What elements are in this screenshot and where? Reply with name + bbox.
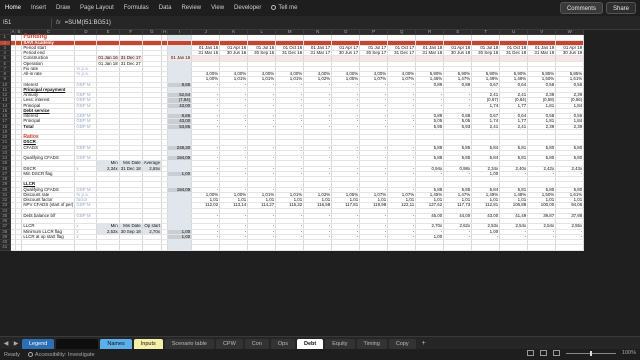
cell[interactable] xyxy=(142,244,163,251)
sheet-tab-debt[interactable]: Debt xyxy=(296,339,324,349)
menu-review[interactable]: Review xyxy=(176,0,206,16)
period-cell[interactable] xyxy=(387,244,417,251)
cell[interactable]: Average xyxy=(142,160,163,167)
cell[interactable]: Min Date xyxy=(119,223,143,230)
ribbon-menu-bar: Home Insert Draw Page Layout Formulas Data Rev… xyxy=(0,0,640,17)
cell[interactable] xyxy=(119,244,143,251)
cell[interactable]: 01 Jan 18 xyxy=(96,61,120,67)
ribbon-actions: Comments Share xyxy=(559,2,636,14)
sheet-tab-equity[interactable]: Equity xyxy=(325,339,355,349)
period-cell[interactable] xyxy=(331,244,361,251)
sheet-tab-ops[interactable]: Ops xyxy=(270,339,295,349)
sheet-tab-legend[interactable]: Legend xyxy=(22,339,55,349)
comments-button[interactable]: Comments xyxy=(559,2,603,14)
period-cell[interactable] xyxy=(359,244,389,251)
period-cell[interactable] xyxy=(303,244,333,251)
cell[interactable]: 31 Dec 27 xyxy=(119,61,143,67)
table-row: 41 xyxy=(0,244,585,251)
name-box[interactable]: I51 xyxy=(0,17,52,28)
sheet-tab-con[interactable]: Con xyxy=(244,339,269,349)
menu-page-layout[interactable]: Page Layout xyxy=(75,0,119,16)
table-row: 33 NPV CFADS (start of per) GBP M 112,02 113… xyxy=(0,202,585,209)
period-cell[interactable] xyxy=(247,244,277,251)
period-cell[interactable] xyxy=(471,244,501,251)
tell-me-label: Tell me xyxy=(278,5,298,11)
period-cell[interactable] xyxy=(443,244,473,251)
formula-input[interactable]: =SUM(I51:BG51) xyxy=(65,20,111,26)
period-cell[interactable] xyxy=(219,244,249,251)
row-label[interactable]: NPV CFADS (start of per) xyxy=(21,202,76,209)
row-label[interactable] xyxy=(21,244,76,251)
cell[interactable]: Op start xyxy=(142,223,163,230)
total-cell[interactable] xyxy=(167,244,193,251)
spreadsheet-app: Home Insert Draw Page Layout Formulas Data Rev… xyxy=(0,0,640,360)
zoom-thumb[interactable] xyxy=(589,350,592,356)
function-icon[interactable]: fx xyxy=(56,20,61,26)
status-bar: Ready Accessibility: Investigate 100% xyxy=(0,349,640,360)
cell[interactable]: 31 Dec 17 xyxy=(119,55,143,62)
cell[interactable]: Min Date xyxy=(119,160,143,167)
sheet-tab-unnamed[interactable] xyxy=(56,339,99,349)
row-header[interactable]: 41 xyxy=(0,244,11,251)
accessibility-text: Accessibility: Investigate xyxy=(34,351,95,358)
cell[interactable]: 31 Dec 18 xyxy=(119,166,143,172)
sheet-tab-timing[interactable]: Timing xyxy=(356,339,387,349)
status-ready: Ready xyxy=(4,351,20,358)
menu-formulas[interactable]: Formulas xyxy=(119,0,154,16)
menu-data[interactable]: Data xyxy=(154,0,177,16)
accessibility-icon xyxy=(27,351,33,357)
sheet-tab-copy[interactable]: Copy xyxy=(388,339,416,349)
menu-draw[interactable]: Draw xyxy=(51,0,75,16)
sheet-tab-cpw[interactable]: CPW xyxy=(215,339,243,349)
cell-table[interactable]: A B C D E F G H I J K L M N O P Q R S T U V W 1 Funding 2 SAVI Aca… xyxy=(0,30,585,251)
next-sheet-icon[interactable]: ▶ xyxy=(12,339,20,349)
period-cell[interactable] xyxy=(415,244,445,251)
period-cell[interactable] xyxy=(275,244,305,251)
sheet-tab-bar: ◀ ▶ Legend Names Inputs Scenario table CPW Co… xyxy=(0,336,640,349)
lightbulb-icon xyxy=(271,4,277,10)
period-cell[interactable] xyxy=(555,244,585,251)
period-cell[interactable] xyxy=(527,244,557,251)
page-break-view-icon[interactable] xyxy=(552,350,560,356)
menu-home[interactable]: Home xyxy=(0,0,27,17)
period-cell[interactable] xyxy=(191,244,221,251)
menu-tell-me[interactable]: Tell me xyxy=(266,0,302,16)
worksheet-grid[interactable]: A B C D E F G H I J K L M N O P Q R S T U V W 1 Funding 2 SAVI Aca… xyxy=(0,30,640,336)
cell[interactable]: 01 Jan 16 xyxy=(96,55,120,62)
formula-bar: I51 fx =SUM(I51:BG51) xyxy=(0,16,640,30)
menu-view[interactable]: View xyxy=(206,0,229,16)
page-layout-view-icon[interactable] xyxy=(539,350,547,356)
normal-view-icon[interactable] xyxy=(526,350,534,356)
sheet-tab-scenario-table[interactable]: Scenario table xyxy=(164,339,214,349)
add-sheet-icon[interactable]: + xyxy=(418,339,430,349)
sheet-tab-names[interactable]: Names xyxy=(100,339,132,349)
view-controls: 100% xyxy=(526,350,636,356)
zoom-level[interactable]: 100% xyxy=(622,350,636,356)
table-row: 8 All-in rate% p.a. 4,00% 4,00% 4,00% 4,00% 4,… xyxy=(0,71,585,78)
period-cell[interactable] xyxy=(499,244,529,251)
unit-cell[interactable] xyxy=(74,244,98,251)
cell[interactable]: 30 Sep 18 xyxy=(119,229,143,235)
zoom-slider[interactable] xyxy=(565,350,616,356)
sheet-tab-inputs[interactable]: Inputs xyxy=(133,339,163,349)
menu-insert[interactable]: Insert xyxy=(26,0,51,16)
cell[interactable] xyxy=(96,244,120,251)
menu-developer[interactable]: Developer xyxy=(229,0,266,16)
total-cell[interactable]: 01 Jan 16 xyxy=(167,55,193,62)
table-row: 31 Discount rate% p.a. 1,00% 1,00% 1,01% 1,01… xyxy=(0,192,585,199)
share-button[interactable]: Share xyxy=(605,2,636,14)
accessibility-status[interactable]: Accessibility: Investigate xyxy=(27,351,95,358)
prev-sheet-icon[interactable]: ◀ xyxy=(2,339,10,349)
